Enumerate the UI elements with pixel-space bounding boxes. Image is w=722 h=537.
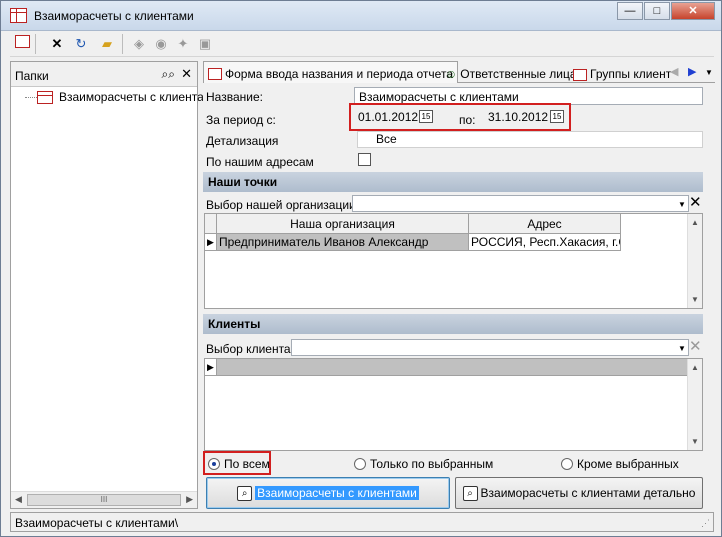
client-select-input[interactable] xyxy=(291,339,689,356)
tab-label: Группы клиент xyxy=(590,67,672,81)
scroll-down-icon[interactable]: ▼ xyxy=(691,437,699,446)
current-row-icon: ▶ xyxy=(205,359,217,376)
radio-only-selected[interactable]: Только по выбранным xyxy=(354,457,493,471)
people-icon: ☺ xyxy=(445,67,458,81)
title-bar: Взаиморасчеты с клиентами — □ ✕ xyxy=(1,1,721,31)
radio-selected-icon xyxy=(208,458,220,470)
table-cell-org[interactable]: Предприниматель Иванов Александр xyxy=(217,234,469,251)
report-settings-panel: Форма ввода названия и периода отчета ☺ … xyxy=(203,61,715,509)
refresh-icon[interactable]: ↻ xyxy=(72,35,90,53)
minimize-button[interactable]: — xyxy=(617,2,643,20)
tab-responsible-persons[interactable]: ☺ Ответственные лица xyxy=(441,63,581,83)
scroll-left-icon[interactable]: ◀ xyxy=(15,494,22,505)
table-cell-address[interactable]: РОССИЯ, Респ.Хакасия, г.Са xyxy=(469,234,621,251)
resize-grip-icon[interactable]: ⋰ xyxy=(701,518,710,529)
folders-panel: Папки ⌕⌕ ✕ Взаиморасчеты с клиентами ◀ I… xyxy=(10,61,219,509)
open-folder-icon[interactable]: ▰ xyxy=(98,35,116,53)
report-icon xyxy=(37,90,53,104)
clear-org-icon[interactable]: ✕ xyxy=(689,193,702,211)
clear-client-icon[interactable]: ✕ xyxy=(689,337,702,355)
folders-label: Папки xyxy=(15,69,49,83)
report-button[interactable]: ⌕ Взаиморасчеты с клиентами xyxy=(206,477,450,509)
scroll-up-icon[interactable]: ▲ xyxy=(691,363,699,372)
binoculars-icon[interactable]: ⌕⌕ xyxy=(162,67,175,82)
eraser-icon[interactable]: ◈ xyxy=(130,35,148,53)
close-panel-icon[interactable]: ✕ xyxy=(181,66,192,82)
report-detail-button-label: Взаиморасчеты с клиентами детально xyxy=(480,486,696,500)
grid-report-icon[interactable] xyxy=(13,35,31,53)
client-select-label: Выбор клиента: xyxy=(206,342,294,356)
delete-icon[interactable]: ✕ xyxy=(48,35,66,53)
tree-item-report[interactable]: Взаиморасчеты с клиентами xyxy=(37,90,219,104)
report-detail-button[interactable]: ⌕ Взаиморасчеты с клиентами детально xyxy=(455,477,703,509)
status-bar: Взаиморасчеты с клиентами\ ⋰ xyxy=(10,512,714,532)
tab-client-groups[interactable]: Группы клиент xyxy=(569,63,675,83)
grid-report-icon xyxy=(573,67,587,81)
stamp-icon[interactable]: ◉ xyxy=(152,35,170,53)
detail-select[interactable]: Все xyxy=(357,131,703,148)
report-preview-icon: ⌕ xyxy=(462,485,478,501)
clients-table: ▶ ▲ ▼ xyxy=(204,358,703,451)
scroll-thumb[interactable]: III xyxy=(27,494,181,506)
vertical-scrollbar[interactable]: ▲ ▼ xyxy=(687,359,702,450)
tab-menu-icon[interactable]: ▼ xyxy=(705,68,713,77)
scroll-right-icon[interactable]: ▶ xyxy=(186,494,193,505)
grid-report-icon xyxy=(208,67,222,81)
tab-strip: Форма ввода названия и периода отчета ☺ … xyxy=(203,61,715,83)
radio-label: По всем xyxy=(224,457,270,471)
our-points-section-header: Наши точки xyxy=(203,172,703,192)
tab-label: Ответственные лица xyxy=(460,67,577,81)
clients-section-header: Клиенты xyxy=(203,314,703,334)
radio-unselected-icon xyxy=(561,458,573,470)
toolbar: ✕ ↻ ▰ ◈ ◉ ✦ ▣ xyxy=(10,31,714,57)
vertical-scrollbar[interactable]: ▲ ▼ xyxy=(687,214,702,308)
calendar-icon[interactable]: 15 xyxy=(550,110,564,123)
chevron-down-icon[interactable]: ▼ xyxy=(678,200,686,209)
our-addresses-checkbox[interactable] xyxy=(358,153,371,166)
tree-item-label: Взаиморасчеты с клиентами xyxy=(59,90,219,104)
tab-prev-icon[interactable]: ◀ xyxy=(670,65,678,78)
to-label: по: xyxy=(459,113,476,127)
window-title: Взаиморасчеты с клиентами xyxy=(34,9,194,23)
copy-icon[interactable]: ▣ xyxy=(196,35,214,53)
toolbar-separator xyxy=(122,34,123,54)
maximize-button[interactable]: □ xyxy=(644,2,670,20)
app-window: Взаиморасчеты с клиентами — □ ✕ ✕ ↻ ▰ ◈ … xyxy=(0,0,722,537)
column-header-address[interactable]: Адрес xyxy=(469,214,621,234)
calendar-icon[interactable]: 15 xyxy=(419,110,433,123)
tab-next-icon[interactable]: ▶ xyxy=(688,65,696,78)
our-addresses-label: По нашим адресам xyxy=(206,155,314,169)
radio-except-selected[interactable]: Кроме выбранных xyxy=(561,457,679,471)
folders-header: Папки ⌕⌕ ✕ xyxy=(11,62,197,87)
radio-label: Только по выбранным xyxy=(370,457,494,471)
client-empty-row[interactable] xyxy=(217,359,687,376)
wand-icon[interactable]: ✦ xyxy=(174,35,192,53)
detail-label: Детализация xyxy=(206,134,279,148)
status-text: Взаиморасчеты с клиентами\ xyxy=(15,516,179,530)
column-header-org[interactable]: Наша организация xyxy=(217,214,469,234)
radio-unselected-icon xyxy=(354,458,366,470)
report-preview-icon: ⌕ xyxy=(237,485,253,501)
tab-form-input[interactable]: Форма ввода названия и периода отчета xyxy=(203,61,458,83)
radio-all[interactable]: По всем xyxy=(208,457,270,471)
radio-label: Кроме выбранных xyxy=(577,457,679,471)
scroll-up-icon[interactable]: ▲ xyxy=(691,218,699,227)
report-button-label: Взаиморасчеты с клиентами xyxy=(255,486,419,500)
horizontal-scrollbar[interactable]: ◀ III ▶ xyxy=(11,491,197,508)
report-app-icon xyxy=(10,8,27,23)
scroll-down-icon[interactable]: ▼ xyxy=(691,295,699,304)
tab-label: Форма ввода названия и периода отчета xyxy=(225,66,453,81)
toolbar-separator xyxy=(35,34,36,54)
period-label: За период с: xyxy=(206,113,276,127)
tree-connector xyxy=(25,97,37,98)
name-label: Название: xyxy=(206,90,263,104)
org-table: Наша организация Адрес ▶ Предприниматель… xyxy=(204,213,703,309)
window-controls: — □ ✕ xyxy=(616,2,715,20)
org-select-label: Выбор нашей организации: xyxy=(206,198,360,212)
close-button[interactable]: ✕ xyxy=(671,2,715,20)
row-indicator-header xyxy=(205,214,217,234)
chevron-down-icon[interactable]: ▼ xyxy=(678,344,686,353)
org-select-input[interactable] xyxy=(352,195,689,212)
current-row-icon: ▶ xyxy=(205,234,217,251)
